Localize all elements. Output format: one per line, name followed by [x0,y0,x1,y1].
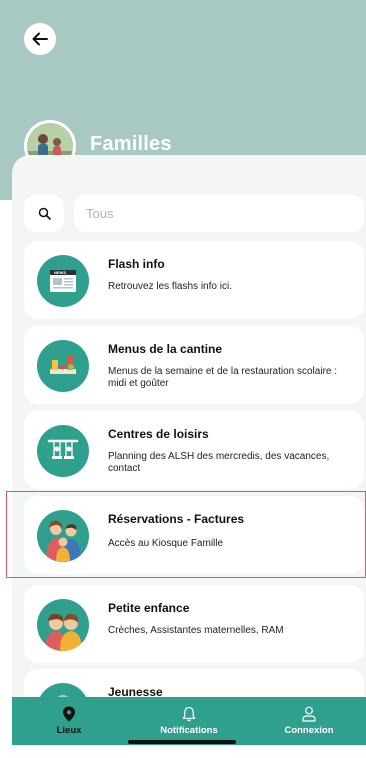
tab-label: Connexion [284,725,334,736]
tab-label: Notifications [160,725,218,736]
list-item-jeunesse[interactable]: Jeunesse [24,669,364,700]
tab-connexion[interactable]: Connexion [254,697,364,745]
list-item-description: Menus de la semaine et de la restauratio… [108,366,338,389]
category-list-panel: NEWS Flash info Retrouvez les flashs inf… [12,155,366,700]
list-item-description: Accès au Kiosque Famille [108,538,224,549]
location-pin-icon [63,706,75,722]
list-item-flash-info[interactable]: NEWS Flash info Retrouvez les flashs inf… [24,241,364,319]
home-indicator [128,740,236,744]
list-item-description: Retrouvez les flashs info ici. [108,281,232,292]
list-item-title: Réservations - Factures [108,512,245,526]
list-item-centres-loisirs[interactable]: Centres de loisirs Planning des ALSH des… [24,411,364,489]
tab-notifications[interactable]: Notifications [134,697,244,745]
back-button[interactable] [24,23,56,55]
tab-label: Lieux [56,725,82,736]
list-item-menus-cantine[interactable]: Menus de la cantine Menus de la semaine … [24,326,364,404]
list-item-title: Centres de loisirs [108,427,209,441]
list-item-title: Petite enfance [108,601,190,615]
list-item-title: Flash info [108,257,165,271]
svg-text:NEWS: NEWS [54,270,66,275]
search-button[interactable] [24,195,64,232]
list-item-petite-enfance[interactable]: Petite enfance Crèches, Assistantes mate… [24,585,364,663]
user-icon [302,706,316,722]
news-icon: NEWS [37,255,89,307]
children-icon [37,599,89,651]
bottom-tab-bar: Lieux Notifications Connexion [12,697,366,745]
search-bar [24,195,364,232]
list-item-description: Planning des ALSH des mercredis, des vac… [108,451,330,474]
swing-icon [37,425,89,477]
food-icon [37,340,89,392]
bottom-safe-area [0,745,366,758]
family-icon [37,510,89,562]
search-icon [38,207,51,220]
search-input[interactable] [74,195,364,232]
tab-lieux[interactable]: Lieux [14,697,124,745]
page-title: Familles [90,133,172,155]
list-item-title: Menus de la cantine [108,342,223,356]
list-item-reservations-factures[interactable]: Réservations - Factures Accès au Kiosque… [24,496,364,574]
bell-icon [182,706,196,722]
arrow-left-icon [32,32,48,46]
list-item-description: Crèches, Assistantes maternelles, RAM [108,625,284,636]
